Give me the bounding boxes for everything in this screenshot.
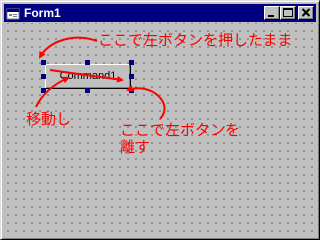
drag-arrow bbox=[49, 69, 124, 83]
release-arrow bbox=[126, 85, 166, 120]
release-annotation-line1: ここで左ボタンを bbox=[120, 121, 241, 139]
release-annotation-line2: 離す bbox=[120, 138, 151, 156]
move-arrow bbox=[35, 76, 70, 108]
press-annotation: ここで左ボタンを押したまま bbox=[98, 31, 293, 49]
press-arrow bbox=[38, 36, 98, 59]
move-annotation: 移動し bbox=[26, 110, 72, 128]
